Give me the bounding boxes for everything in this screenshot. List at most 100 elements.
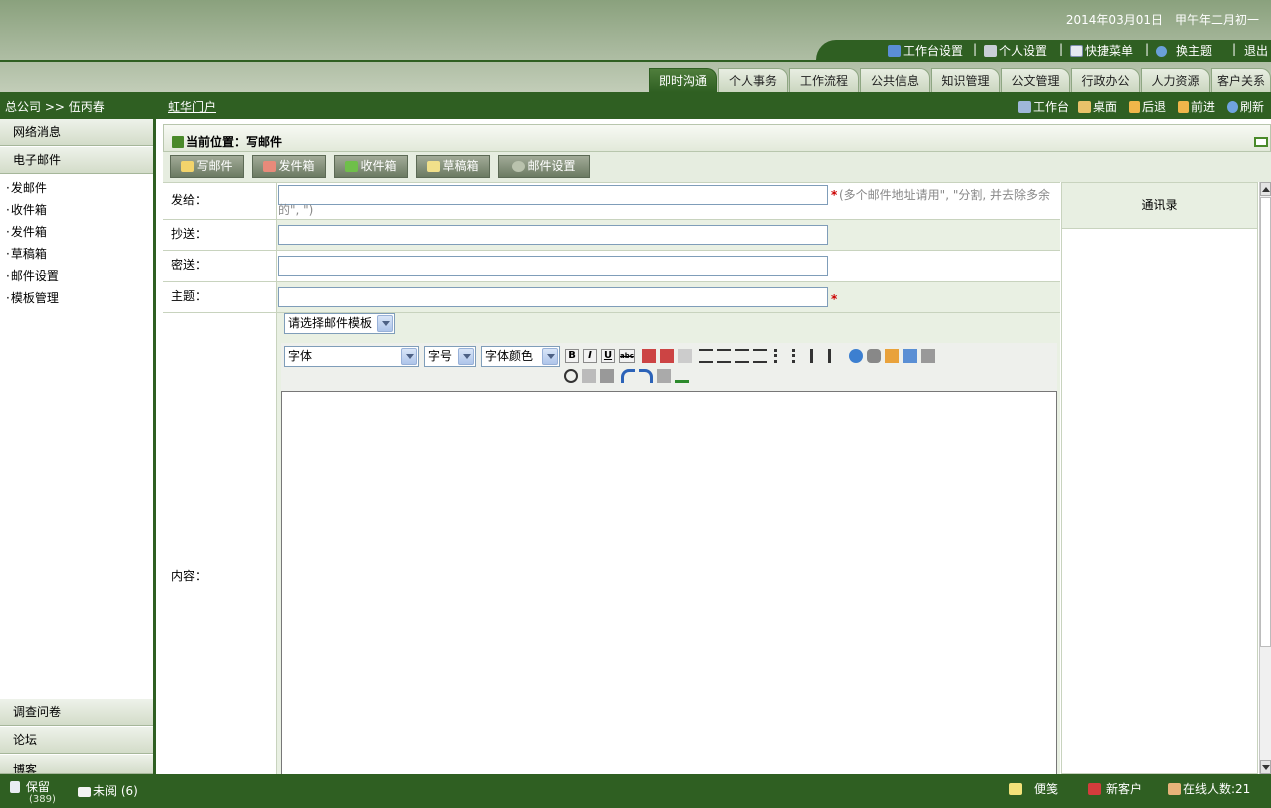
personal-settings-label: 个人设置: [999, 44, 1048, 58]
italic-button[interactable]: I: [583, 349, 597, 363]
spellcheck-icon[interactable]: [675, 369, 689, 383]
change-theme-button[interactable]: 换主题: [1156, 42, 1212, 59]
font-size-select-value: 字号: [428, 349, 453, 363]
subject-row: 主题： *: [163, 282, 1060, 313]
template-select[interactable]: 请选择邮件模板: [284, 313, 395, 334]
redo-icon[interactable]: [639, 369, 653, 383]
back-button[interactable]: 后退: [1129, 98, 1166, 115]
tab-public-info[interactable]: 公共信息: [860, 68, 930, 92]
refresh-button[interactable]: 刷新: [1227, 98, 1264, 115]
address-book-panel: 通讯录: [1061, 182, 1258, 774]
workbench-label: 工作台: [1033, 100, 1070, 114]
scroll-up-icon[interactable]: [1260, 182, 1271, 196]
monitor-icon: [1018, 101, 1031, 113]
cut-icon[interactable]: [564, 369, 578, 383]
scroll-down-icon[interactable]: [1260, 760, 1271, 774]
forward-button[interactable]: 前进: [1178, 98, 1215, 115]
unread-button[interactable]: 未阅 (6): [78, 782, 138, 799]
save-button[interactable]: 保留: [10, 778, 50, 795]
tab-administration[interactable]: 行政办公: [1071, 68, 1140, 92]
print-icon[interactable]: [657, 369, 671, 383]
sidebar-category-network-messages[interactable]: 网络消息: [0, 119, 153, 146]
horizontal-rule-icon[interactable]: [921, 349, 935, 363]
font-select-value: 字体: [288, 349, 313, 363]
sidebar-item-template-management[interactable]: 模板管理: [6, 289, 59, 306]
collapse-icon[interactable]: [1254, 137, 1268, 147]
desktop-button[interactable]: 桌面: [1078, 98, 1117, 115]
memo-button[interactable]: 便笺: [1009, 780, 1058, 797]
drafts-button[interactable]: 草稿箱: [416, 155, 490, 178]
lunar-date-text: 甲午年二月初一: [1174, 13, 1259, 27]
address-book-title[interactable]: 通讯录: [1062, 183, 1257, 229]
align-center-icon[interactable]: [717, 349, 731, 363]
edit-icon: [1070, 45, 1083, 57]
link-icon[interactable]: [849, 349, 863, 363]
font-size-select[interactable]: 字号: [424, 346, 476, 367]
portal-link[interactable]: 虹华门户: [168, 98, 216, 115]
sidebar-item-send-mail[interactable]: 发邮件: [6, 179, 47, 196]
cc-input[interactable]: [278, 225, 828, 245]
save-count: (389): [29, 794, 56, 805]
font-color-select[interactable]: 字体颜色: [481, 346, 560, 367]
paste-icon[interactable]: [600, 369, 614, 383]
sidebar-category-blog[interactable]: 博客: [0, 755, 153, 774]
sidebar-item-mail-settings[interactable]: 邮件设置: [6, 267, 59, 284]
tab-document-management[interactable]: 公文管理: [1001, 68, 1070, 92]
content-editor[interactable]: [281, 391, 1057, 791]
align-left-icon[interactable]: [699, 349, 713, 363]
eraser-icon[interactable]: [678, 349, 692, 363]
font-color-select-value: 字体颜色: [485, 349, 534, 363]
personal-settings-button[interactable]: 个人设置: [984, 42, 1047, 59]
tab-workflow[interactable]: 工作流程: [789, 68, 859, 92]
align-justify-icon[interactable]: [753, 349, 767, 363]
sidebar-category-email[interactable]: 电子邮件: [0, 147, 153, 174]
ordered-list-icon[interactable]: [774, 349, 788, 363]
unlink-icon[interactable]: [867, 349, 881, 363]
mail-settings-button[interactable]: 邮件设置: [498, 155, 590, 178]
superscript-icon[interactable]: [642, 349, 656, 363]
workbench-settings-button[interactable]: 工作台设置: [888, 42, 963, 59]
date-display: 2014年03月01日 甲午年二月初一: [1054, 11, 1259, 28]
tab-human-resources[interactable]: 人力资源: [1141, 68, 1210, 92]
online-users[interactable]: 在线人数:21: [1168, 780, 1250, 797]
status-footer: 保留 (389) 未阅 (6) 便笺 新客户 在线人数:21: [0, 774, 1271, 808]
image-icon[interactable]: [885, 349, 899, 363]
bold-button[interactable]: B: [565, 349, 579, 363]
undo-icon[interactable]: [621, 369, 635, 383]
underline-button[interactable]: U: [601, 349, 615, 363]
align-right-icon[interactable]: [735, 349, 749, 363]
sidebar-category-survey[interactable]: 调查问卷: [0, 699, 153, 726]
subscript-icon[interactable]: [660, 349, 674, 363]
new-customer-button[interactable]: 新客户: [1088, 780, 1142, 797]
bcc-input[interactable]: [278, 256, 828, 276]
sidebar-item-inbox[interactable]: 收件箱: [6, 201, 47, 218]
unordered-list-icon[interactable]: [792, 349, 806, 363]
sidebar-category-forum[interactable]: 论坛: [0, 727, 153, 754]
compose-form: 发给： * (多个邮件地址请用", "分割, 并去除多余的", ") 抄送： 密…: [163, 182, 1060, 791]
tab-instant-communication[interactable]: 即时沟通: [649, 68, 717, 92]
outbox-button[interactable]: 发件箱: [252, 155, 326, 178]
inbox-button[interactable]: 收件箱: [334, 155, 408, 178]
strikethrough-button[interactable]: abc: [619, 349, 635, 363]
to-label: 发给：: [163, 183, 277, 219]
outdent-icon[interactable]: [810, 349, 824, 363]
tab-knowledge-management[interactable]: 知识管理: [931, 68, 1000, 92]
compose-label: 写邮件: [196, 159, 233, 173]
sidebar-item-drafts[interactable]: 草稿箱: [6, 245, 47, 262]
indent-icon[interactable]: [828, 349, 842, 363]
table-icon[interactable]: [903, 349, 917, 363]
template-select-value: 请选择邮件模板: [288, 316, 373, 330]
tab-customer-relations[interactable]: 客户关系: [1211, 68, 1271, 92]
copy-icon[interactable]: [582, 369, 596, 383]
sidebar-item-outbox[interactable]: 发件箱: [6, 223, 47, 240]
scroll-thumb[interactable]: [1260, 197, 1271, 647]
logout-button[interactable]: 退出: [1244, 42, 1268, 59]
tab-personal-affairs[interactable]: 个人事务: [718, 68, 788, 92]
subject-input[interactable]: [278, 287, 828, 307]
font-select[interactable]: 字体: [284, 346, 419, 367]
quick-menu-button[interactable]: 快捷菜单: [1070, 42, 1133, 59]
workbench-button[interactable]: 工作台: [1018, 98, 1069, 115]
vertical-scrollbar[interactable]: [1259, 182, 1271, 774]
compose-button[interactable]: 写邮件: [170, 155, 244, 178]
add-user-icon: [1088, 783, 1101, 795]
